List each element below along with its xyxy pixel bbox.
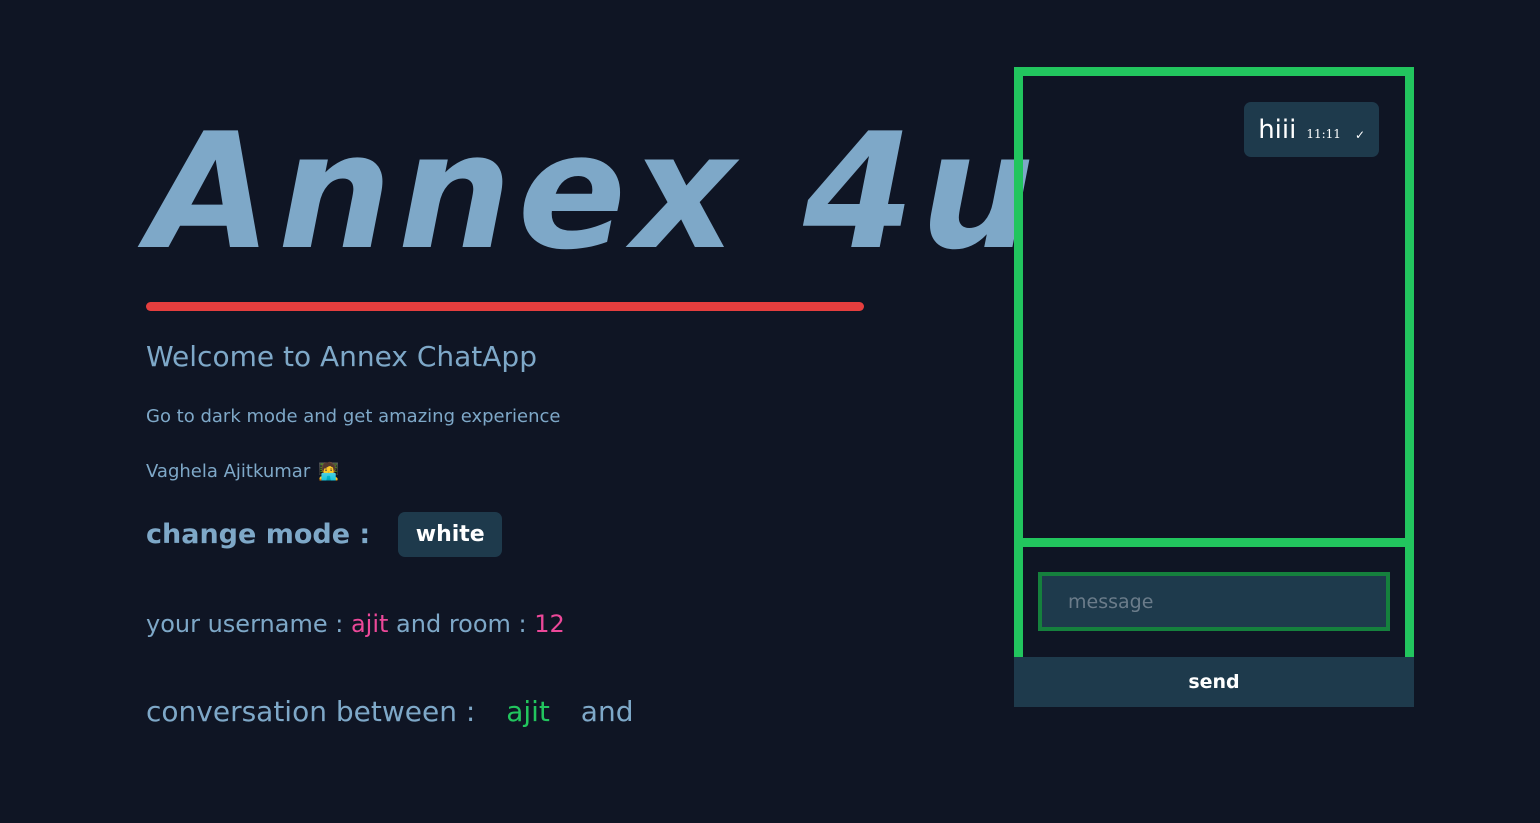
room-value: 12 [534,610,565,638]
author-line: Vaghela Ajitkumar 🧑‍💻 [146,461,339,482]
welcome-heading: Welcome to Annex ChatApp [146,340,537,373]
chat-panel: hiii 11:11 ✓ send [1014,67,1414,707]
session-info: your username : ajit and room : 12 [146,610,565,638]
room-label: and room : [396,610,527,638]
mode-row: change mode : white [146,512,503,557]
conversation-label: conversation between : [146,695,476,728]
message-input[interactable] [1038,572,1390,631]
message-time: 11:11 [1306,126,1341,141]
conversation-info: conversation between : ajit and [146,695,633,728]
change-mode-button[interactable]: white [398,512,503,557]
conversation-and: and [580,695,634,728]
username-label: your username : [146,610,344,638]
input-area [1014,538,1414,657]
username-value: ajit [350,610,389,638]
tagline: Go to dark mode and get amazing experien… [146,406,561,427]
conversation-user: ajit [506,695,550,728]
mode-label: change mode : [146,519,371,550]
message-bubble: hiii 11:11 ✓ [1244,102,1379,157]
app-title: Annex 4u [148,98,1041,285]
title-underline [146,302,864,311]
messages-area[interactable]: hiii 11:11 ✓ [1014,67,1414,547]
message-text: hiii [1258,114,1297,145]
send-button[interactable]: send [1014,657,1414,707]
technologist-icon: 🧑‍💻 [318,461,340,482]
author-name: Vaghela Ajitkumar [146,461,311,482]
check-icon: ✓ [1354,127,1365,142]
